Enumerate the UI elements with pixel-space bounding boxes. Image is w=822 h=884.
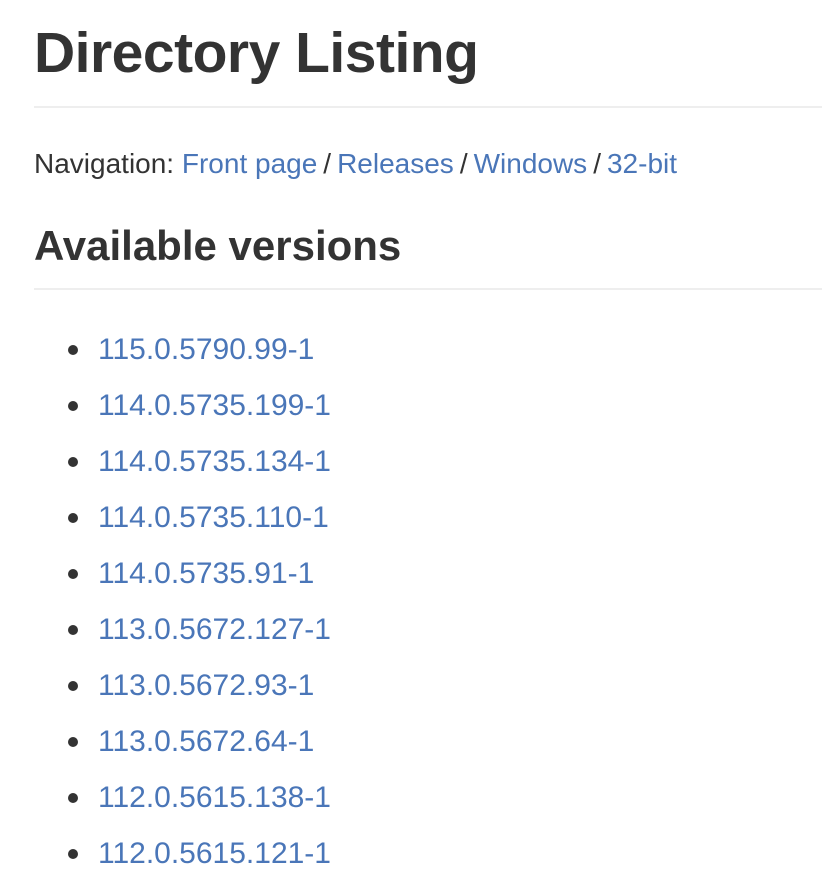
breadcrumb-link-front-page[interactable]: Front page xyxy=(182,148,317,179)
list-item: 115.0.5790.99-1 xyxy=(68,322,822,378)
list-item: 113.0.5672.93-1 xyxy=(68,658,822,714)
list-item: 113.0.5672.127-1 xyxy=(68,602,822,658)
breadcrumb-label: Navigation: xyxy=(34,148,175,179)
page-title: Directory Listing xyxy=(34,0,822,108)
versions-heading: Available versions xyxy=(34,220,822,290)
breadcrumb-link-releases[interactable]: Releases xyxy=(337,148,454,179)
list-item: 114.0.5735.110-1 xyxy=(68,490,822,546)
breadcrumb-separator: / xyxy=(323,148,332,179)
version-link[interactable]: 114.0.5735.110-1 xyxy=(98,490,329,546)
breadcrumb-link-32-bit[interactable]: 32-bit xyxy=(607,148,677,179)
breadcrumb-separator: / xyxy=(593,148,601,179)
list-item: 114.0.5735.91-1 xyxy=(68,546,822,602)
version-link[interactable]: 113.0.5672.93-1 xyxy=(98,658,314,714)
bullet-icon xyxy=(68,457,78,467)
breadcrumb-link-windows[interactable]: Windows xyxy=(474,148,588,179)
bullet-icon xyxy=(68,681,78,691)
list-item: 112.0.5615.121-1 xyxy=(68,826,822,882)
list-item: 113.0.5672.64-1 xyxy=(68,714,822,770)
bullet-icon xyxy=(68,737,78,747)
bullet-icon xyxy=(68,849,78,859)
bullet-icon xyxy=(68,513,78,523)
breadcrumb: Navigation: Front page / Releases / Windows /… xyxy=(34,144,822,184)
version-link[interactable]: 112.0.5615.121-1 xyxy=(98,826,331,882)
version-link[interactable]: 114.0.5735.134-1 xyxy=(98,434,331,490)
version-link[interactable]: 115.0.5790.99-1 xyxy=(98,322,314,378)
bullet-icon xyxy=(68,625,78,635)
version-link[interactable]: 113.0.5672.127-1 xyxy=(98,602,331,658)
bullet-icon xyxy=(68,569,78,579)
list-item: 114.0.5735.134-1 xyxy=(68,434,822,490)
version-link[interactable]: 112.0.5615.138-1 xyxy=(98,770,331,826)
breadcrumb-separator: / xyxy=(459,148,468,179)
list-item: 114.0.5735.199-1 xyxy=(68,378,822,434)
version-link[interactable]: 114.0.5735.199-1 xyxy=(98,378,331,434)
versions-list: 115.0.5790.99-1 114.0.5735.199-1 114.0.5… xyxy=(34,322,822,882)
bullet-icon xyxy=(68,345,78,355)
page-content: Directory Listing Navigation: Front page… xyxy=(0,0,822,882)
version-link[interactable]: 114.0.5735.91-1 xyxy=(98,546,314,602)
list-item: 112.0.5615.138-1 xyxy=(68,770,822,826)
bullet-icon xyxy=(68,793,78,803)
bullet-icon xyxy=(68,401,78,411)
version-link[interactable]: 113.0.5672.64-1 xyxy=(98,714,314,770)
